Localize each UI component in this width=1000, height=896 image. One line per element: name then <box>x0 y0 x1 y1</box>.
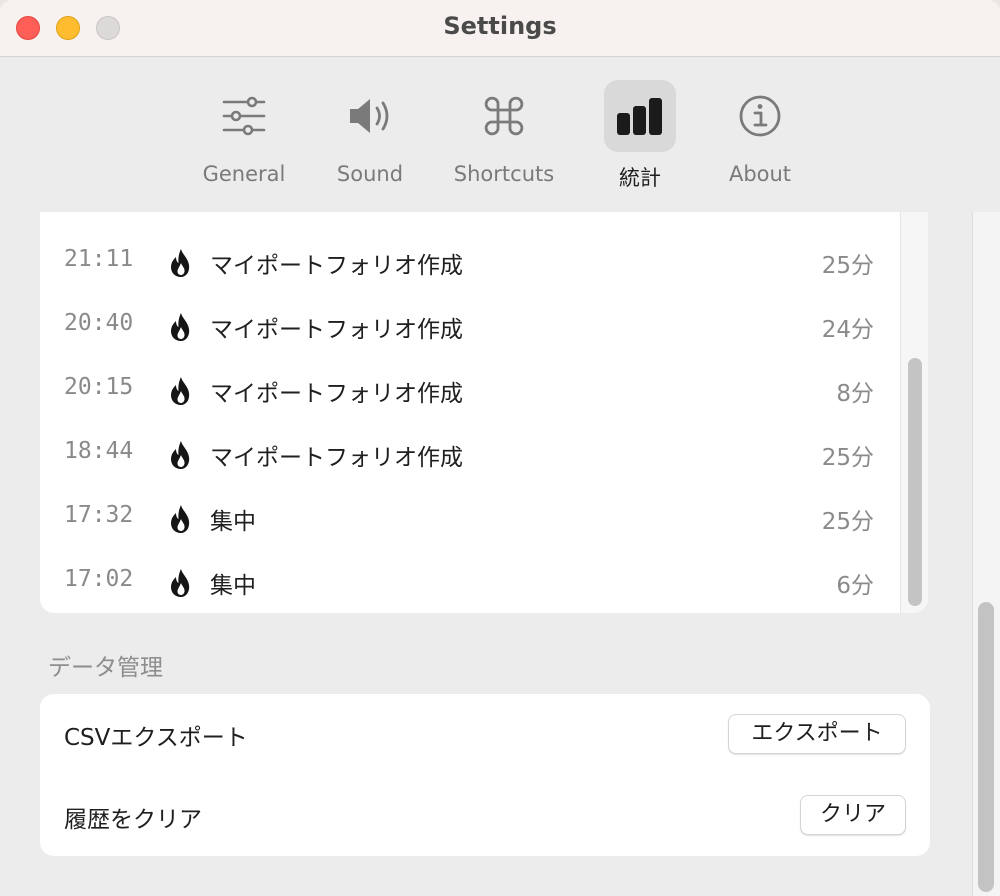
history-duration: 25分 <box>821 445 874 471</box>
history-row: 17:32 集中 25分 <box>40 488 900 552</box>
bar-chart-icon <box>604 80 676 152</box>
flame-icon <box>171 313 190 341</box>
sliders-icon <box>208 80 280 152</box>
clear-history-label: 履歴をクリア <box>64 807 202 833</box>
title-bar: Settings <box>0 0 1000 57</box>
history-task: マイポートフォリオ作成 <box>210 445 463 471</box>
history-duration: 25分 <box>821 253 874 279</box>
history-row: 20:40 マイポートフォリオ作成 24分 <box>40 296 900 360</box>
history-task: 集中 <box>210 509 256 535</box>
history-duration: 25分 <box>821 509 874 535</box>
command-icon <box>468 80 540 152</box>
speaker-icon <box>334 80 406 152</box>
history-duration: 24分 <box>821 317 874 343</box>
history-duration: 6分 <box>836 573 874 599</box>
history-task: マイポートフォリオ作成 <box>210 317 463 343</box>
tab-sound[interactable]: Sound <box>310 78 430 190</box>
history-time: 21:11 <box>64 246 134 272</box>
data-management-heading: データ管理 <box>48 655 163 681</box>
history-time: 20:40 <box>64 310 134 336</box>
history-row: 21:11 マイポートフォリオ作成 25分 <box>40 232 900 296</box>
flame-icon <box>171 505 190 533</box>
tab-about[interactable]: About <box>700 78 820 190</box>
history-task: マイポートフォリオ作成 <box>210 253 463 279</box>
tab-general[interactable]: General <box>184 78 304 190</box>
clear-button[interactable]: クリア <box>800 795 906 835</box>
history-time: 17:02 <box>64 566 134 592</box>
history-scrollbar-thumb[interactable] <box>908 358 922 606</box>
history-task: 集中 <box>210 573 256 599</box>
history-time: 20:15 <box>64 374 134 400</box>
flame-icon <box>171 377 190 405</box>
history-task: マイポートフォリオ作成 <box>210 381 463 407</box>
tab-shortcuts[interactable]: Shortcuts <box>444 78 564 190</box>
history-row: 18:44 マイポートフォリオ作成 25分 <box>40 424 900 488</box>
data-management-panel: CSVエクスポート エクスポート 履歴をクリア クリア <box>40 694 930 856</box>
csv-export-label: CSVエクスポート <box>64 725 248 751</box>
flame-icon <box>171 569 190 597</box>
page-scrollbar-thumb[interactable] <box>978 602 994 892</box>
flame-icon <box>171 441 190 469</box>
history-list[interactable]: 21:11 マイポートフォリオ作成 25分 20:40 マイポートフォリオ作成 … <box>40 212 928 613</box>
tab-about-label: About <box>728 162 792 186</box>
history-row: 20:15 マイポートフォリオ作成 8分 <box>40 360 900 424</box>
history-row: 17:02 集中 6分 <box>40 552 900 613</box>
export-button[interactable]: エクスポート <box>728 714 906 754</box>
history-time: 18:44 <box>64 438 134 464</box>
history-time: 17:32 <box>64 502 134 528</box>
flame-icon <box>171 249 190 277</box>
window-title: Settings <box>443 12 557 40</box>
settings-window: Settings General Sound Shortcuts 統計 Abou… <box>0 0 1000 896</box>
info-icon <box>724 80 796 152</box>
history-duration: 8分 <box>836 381 874 407</box>
